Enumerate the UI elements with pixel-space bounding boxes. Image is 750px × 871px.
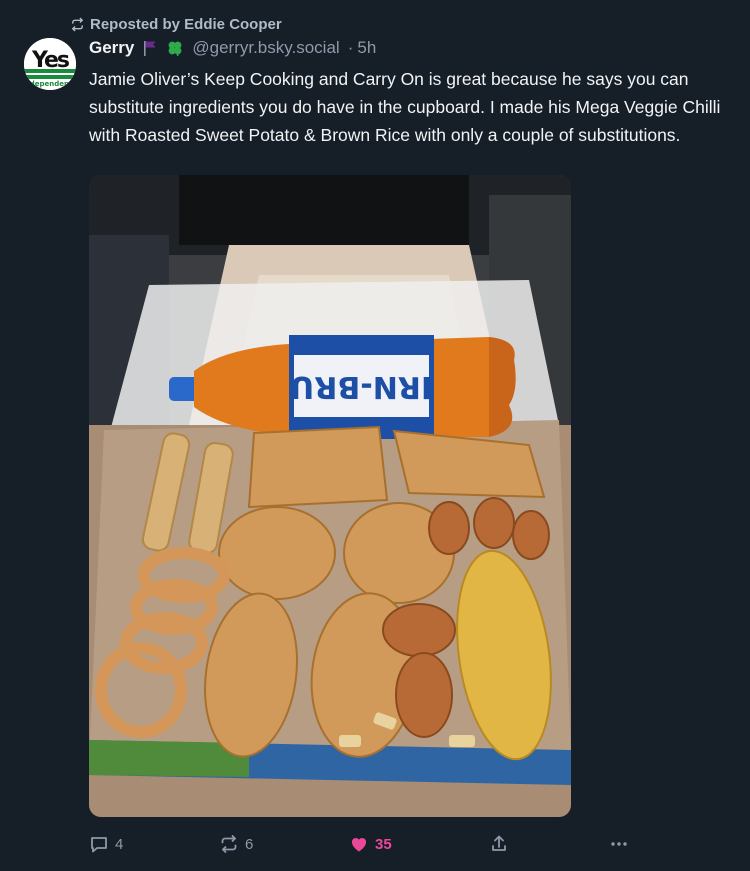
author-handle[interactable]: @gerryr.bsky.social — [192, 38, 339, 58]
post-text: Jamie Oliver’s Keep Cooking and Carry On… — [89, 69, 721, 145]
repost-text: Reposted by Eddie Cooper — [90, 15, 282, 33]
bottle-label: IRN-BRU — [290, 369, 432, 404]
like-button[interactable]: 35 — [349, 830, 392, 858]
like-count: 35 — [375, 835, 392, 853]
repost-action-icon — [221, 835, 237, 853]
repost-icon — [72, 17, 83, 31]
more-options-icon — [611, 842, 627, 846]
avatar-subtext: Independence — [24, 80, 76, 88]
post-actions: 4 6 35 — [89, 830, 649, 858]
post-header: Gerry @gerryr.bsky.social · 5h — [89, 36, 376, 60]
purple-flag-icon — [142, 39, 158, 57]
share-button[interactable] — [489, 830, 509, 858]
post-time[interactable]: 5h — [357, 38, 376, 58]
repost-count: 6 — [245, 835, 254, 853]
time-separator: · — [347, 38, 354, 57]
heart-icon — [351, 838, 367, 852]
feed-post[interactable]: Reposted by Eddie Cooper Yes Independenc… — [0, 0, 750, 871]
avatar[interactable]: Yes Independence — [24, 38, 76, 90]
post-image[interactable]: IRN-BRU — [89, 175, 571, 817]
share-icon — [492, 835, 506, 851]
reply-button[interactable]: 4 — [89, 830, 123, 858]
repost-indicator[interactable]: Reposted by Eddie Cooper — [70, 14, 282, 34]
four-leaf-clover-icon — [166, 39, 184, 57]
more-options-button[interactable] — [609, 830, 629, 858]
repost-button[interactable]: 6 — [219, 830, 253, 858]
avatar-yes-text: Yes — [31, 48, 70, 73]
reply-count: 4 — [115, 835, 124, 853]
reply-icon — [91, 837, 107, 853]
author-name[interactable]: Gerry — [89, 38, 134, 58]
